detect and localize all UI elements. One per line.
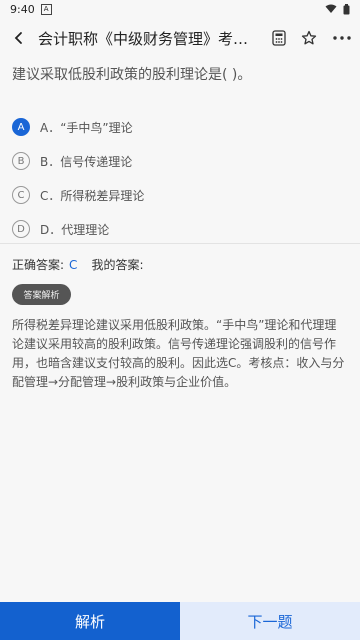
status-right bbox=[325, 3, 350, 15]
question-text: 建议采取低股利政策的股利理论是( )。 bbox=[12, 67, 252, 83]
favorite-button[interactable] bbox=[294, 18, 324, 58]
explanation-text: 所得税差异理论建议采用低股利政策。“手中鸟”理论和代理理论建议采用较高的股利政策… bbox=[12, 318, 345, 389]
more-button[interactable] bbox=[324, 18, 360, 58]
analyze-button[interactable]: 解析 bbox=[0, 602, 180, 640]
correct-answer-label: 正确答案: bbox=[12, 258, 65, 272]
my-answer-label: 我的答案: bbox=[91, 258, 144, 272]
answer-row: 正确答案: C 我的答案: bbox=[12, 256, 143, 273]
options-list: A A．“手中鸟”理论 B B．信号传递理论 C C．所得税差异理论 D D．代… bbox=[12, 110, 348, 246]
option-a-marker: A bbox=[12, 118, 30, 136]
star-icon bbox=[301, 30, 317, 45]
option-c-label: C．所得税差异理论 bbox=[40, 188, 145, 203]
option-a[interactable]: A A．“手中鸟”理论 bbox=[12, 110, 348, 144]
option-d-marker: D bbox=[12, 220, 30, 238]
page-title: 会计职称《中级财务管理》考前必… bbox=[38, 29, 258, 48]
next-question-button[interactable]: 下一题 bbox=[180, 602, 360, 640]
status-time: 9:40 bbox=[10, 2, 35, 16]
back-button[interactable] bbox=[0, 18, 38, 58]
option-b[interactable]: B B．信号传递理论 bbox=[12, 144, 348, 178]
option-c[interactable]: C C．所得税差异理论 bbox=[12, 178, 348, 212]
header-bar: 会计职称《中级财务管理》考前必… bbox=[0, 18, 360, 58]
status-left: 9:40 A bbox=[10, 3, 52, 16]
answer-analysis-badge: 答案解析 bbox=[12, 284, 71, 305]
correct-answer-value: C bbox=[69, 257, 78, 272]
option-b-label: B．信号传递理论 bbox=[40, 154, 133, 169]
calculator-icon bbox=[272, 30, 286, 46]
wifi-icon bbox=[325, 4, 337, 13]
option-a-label: A．“手中鸟”理论 bbox=[40, 120, 133, 135]
option-b-marker: B bbox=[12, 152, 30, 170]
divider bbox=[0, 243, 360, 244]
status-bar: 9:40 A bbox=[0, 0, 360, 18]
bottom-bar: 解析 下一题 bbox=[0, 602, 360, 640]
option-d[interactable]: D D．代理理论 bbox=[12, 212, 348, 246]
more-icon bbox=[333, 36, 351, 40]
calculator-button[interactable] bbox=[264, 18, 294, 58]
option-d-label: D．代理理论 bbox=[40, 222, 110, 237]
battery-icon bbox=[343, 3, 350, 14]
back-arrow-icon bbox=[14, 32, 22, 44]
option-c-marker: C bbox=[12, 186, 30, 204]
notification-icon: A bbox=[40, 3, 52, 15]
